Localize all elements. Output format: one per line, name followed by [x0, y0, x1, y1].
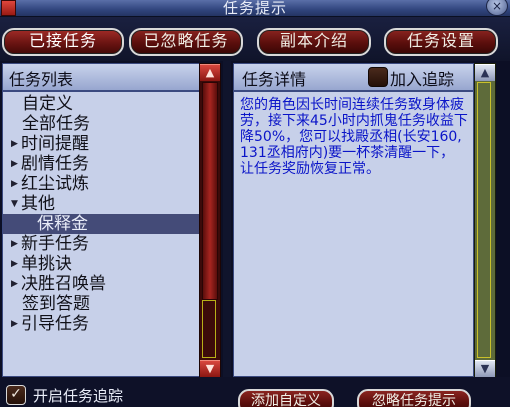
scrollbar-thumb[interactable] — [202, 82, 218, 300]
enable-tracking-label[interactable]: 开启任务追踪 — [33, 385, 123, 406]
task-list-scrollbar[interactable]: ▲ ▼ — [199, 63, 221, 378]
list-item-story-tasks[interactable]: ▶ 剧情任务 — [3, 154, 199, 174]
task-detail-content: 您的角色因长时间连续任务致身体疲劳，接下来45小时内抓鬼任务收益下降50%，您可… — [233, 91, 474, 377]
enable-tracking-checkbox[interactable]: ✓ — [6, 385, 26, 405]
list-item-duel[interactable]: ▶ 单挑诀 — [3, 254, 199, 274]
scroll-down-arrow-icon[interactable]: ▼ — [475, 360, 495, 377]
list-item-other[interactable]: ▼ 其他 — [3, 194, 199, 214]
add-tracking-checkbox[interactable] — [368, 67, 388, 87]
tab-accepted-tasks[interactable]: 已接任务 — [2, 28, 124, 56]
scroll-up-arrow-icon[interactable]: ▲ — [200, 64, 220, 81]
scrollbar-track[interactable] — [477, 82, 491, 358]
task-list: 自定义 全部任务 ▶ 时间提醒 ▶ 剧情任务 ▶ 红尘试炼 ▼ 其他 保释金 ▶ 新手任务… — [2, 91, 200, 377]
scrollbar-track[interactable] — [202, 300, 216, 358]
task-detail-header: 任务详情 加入追踪 — [233, 63, 474, 91]
list-item-time-reminder[interactable]: ▶ 时间提醒 — [3, 134, 199, 154]
expand-arrow-icon: ▶ — [11, 319, 18, 329]
expand-arrow-icon: ▶ — [11, 239, 18, 249]
tab-task-settings[interactable]: 任务设置 — [384, 28, 498, 56]
task-detail-panel: 任务详情 加入追踪 您的角色因长时间连续任务致身体疲劳，接下来45小时内抓鬼任务… — [231, 61, 510, 377]
scroll-down-arrow-icon[interactable]: ▼ — [200, 360, 220, 377]
expand-arrow-icon: ▶ — [11, 259, 18, 269]
ignore-task-prompt-button[interactable]: 忽略任务提示 — [357, 389, 471, 407]
tab-ignored-tasks[interactable]: 已忽略任务 — [129, 28, 243, 56]
task-detail-text: 您的角色因长时间连续任务致身体疲劳，接下来45小时内抓鬼任务收益下降50%，您可… — [240, 97, 468, 177]
expand-arrow-icon: ▶ — [11, 159, 18, 169]
task-detail-scrollbar[interactable]: ▲ ▼ — [474, 63, 496, 378]
task-list-header: 任务列表 — [2, 63, 200, 91]
bottom-bar: ✓ 开启任务追踪 添加自定义 忽略任务提示 — [0, 377, 510, 407]
tab-dungeon-intro[interactable]: 副本介绍 — [257, 28, 371, 56]
add-custom-button[interactable]: 添加自定义 — [238, 389, 334, 407]
task-list-panel: 任务列表 自定义 全部任务 ▶ 时间提醒 ▶ 剧情任务 ▶ 红尘试炼 ▼ 其他 保释金 … — [0, 61, 223, 377]
task-prompt-window: 任务提示 × 已接任务 已忽略任务 副本介绍 任务设置 任务列表 自定义 全部任… — [0, 0, 510, 407]
window-title: 任务提示 — [222, 0, 287, 17]
task-detail-title: 任务详情 — [242, 70, 307, 89]
title-bar[interactable]: 任务提示 × — [0, 0, 510, 17]
list-item-custom[interactable]: 自定义 — [3, 94, 199, 114]
list-item-guide-tasks[interactable]: ▶ 引导任务 — [3, 314, 199, 334]
expand-arrow-icon: ▶ — [11, 179, 18, 189]
expand-arrow-icon: ▶ — [11, 139, 18, 149]
collapse-arrow-icon: ▼ — [11, 199, 18, 209]
list-item-summon-battle[interactable]: ▶ 决胜召唤兽 — [3, 274, 199, 294]
expand-arrow-icon: ▶ — [11, 279, 18, 289]
tab-bar: 已接任务 已忽略任务 副本介绍 任务设置 — [0, 17, 510, 61]
add-tracking-label[interactable]: 加入追踪 — [390, 66, 454, 90]
list-item-bail[interactable]: 保释金 — [3, 214, 199, 234]
task-list-title: 任务列表 — [9, 70, 74, 89]
scroll-up-arrow-icon[interactable]: ▲ — [475, 64, 495, 81]
list-item-all-tasks[interactable]: 全部任务 — [3, 114, 199, 134]
list-item-red-dust-trial[interactable]: ▶ 红尘试炼 — [3, 174, 199, 194]
list-item-newbie-tasks[interactable]: ▶ 新手任务 — [3, 234, 199, 254]
list-item-signin-quiz[interactable]: 签到答题 — [3, 294, 199, 314]
